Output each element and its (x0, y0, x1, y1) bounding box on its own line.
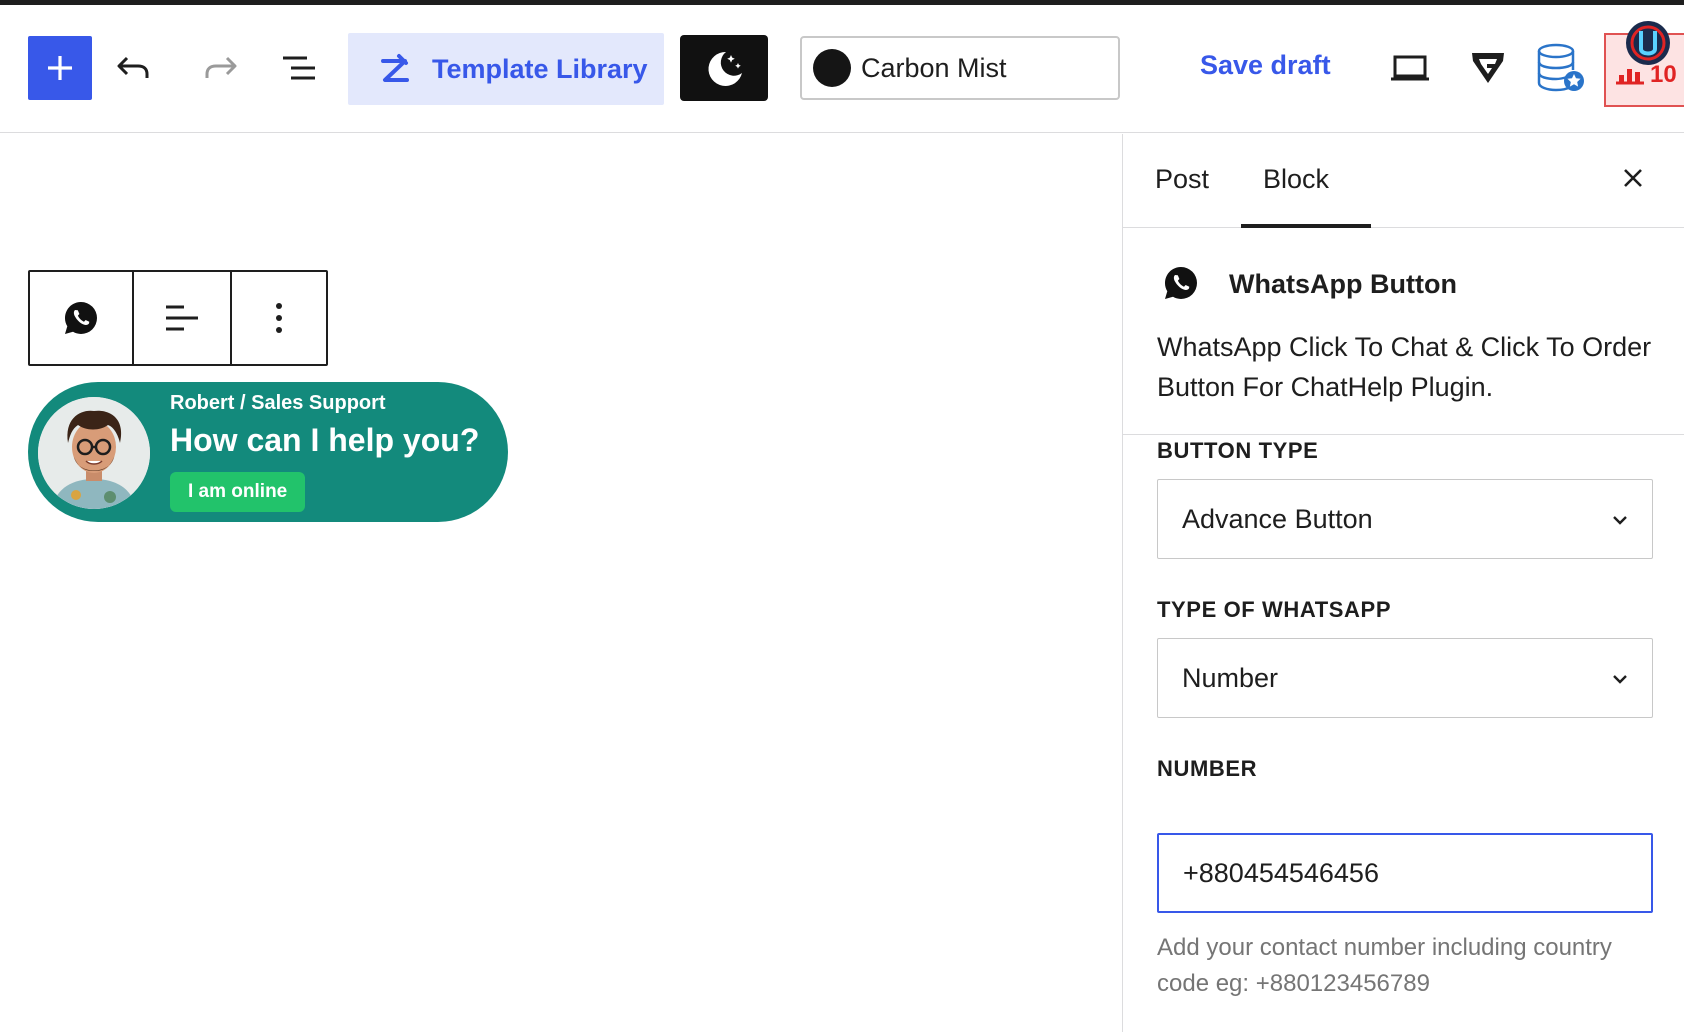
list-view-button[interactable] (268, 36, 332, 100)
dark-mode-toggle[interactable] (680, 35, 768, 101)
plugin-badge-count: 10 (1650, 61, 1677, 88)
number-field[interactable] (1157, 833, 1653, 913)
database-plugin-button[interactable] (1528, 36, 1592, 100)
agent-photo (38, 397, 150, 509)
avatar (38, 397, 150, 509)
block-title: WhatsApp Button (1229, 269, 1457, 299)
database-star-icon (1537, 43, 1584, 92)
align-button[interactable] (132, 272, 230, 364)
whatsapp-icon (64, 302, 97, 334)
preview-button[interactable] (1378, 36, 1442, 100)
editor-canvas[interactable]: Robert / Sales Support How can I help yo… (0, 134, 1122, 1032)
number-label: NUMBER (1157, 756, 1258, 781)
redo-button[interactable] (188, 36, 252, 100)
shield-plugin-button[interactable] (1456, 36, 1520, 100)
whatsapp-type-value: Number (1182, 663, 1279, 693)
online-status-badge: I am online (170, 472, 306, 512)
plugin-badge-button[interactable]: 10 (1604, 21, 1684, 107)
whatsapp-button-preview[interactable]: Robert / Sales Support How can I help yo… (28, 382, 508, 522)
template-library-icon (378, 52, 412, 86)
tab-post[interactable]: Post (1155, 164, 1209, 195)
align-left-icon (166, 305, 198, 331)
list-view-icon (283, 56, 315, 80)
add-block-button[interactable] (28, 36, 92, 100)
theme-name: Carbon Mist (861, 52, 1007, 83)
undo-icon (117, 56, 149, 78)
redo-icon (205, 56, 237, 78)
button-type-label: BUTTON TYPE (1157, 438, 1319, 463)
block-options-button[interactable] (230, 272, 326, 364)
laptop-icon (1391, 55, 1429, 81)
button-type-value: Advance Button (1182, 504, 1373, 534)
whatsapp-icon (1164, 267, 1197, 299)
button-type-select[interactable]: Advance Button (1157, 479, 1653, 559)
notification-avatar-icon (1626, 21, 1670, 65)
more-vertical-icon (276, 303, 282, 333)
template-library-label: Template Library (432, 53, 648, 84)
g-shield-icon (1472, 53, 1504, 83)
whatsapp-type-select[interactable]: Number (1157, 638, 1653, 718)
chevron-down-icon (1613, 675, 1627, 684)
settings-sidebar: Post Block WhatsApp Button WhatsApp Clic… (1122, 134, 1684, 1032)
close-sidebar-button[interactable] (1611, 156, 1655, 200)
theme-selector[interactable]: Carbon Mist (800, 36, 1120, 100)
plus-icon (48, 56, 72, 80)
active-tab-indicator (1241, 224, 1371, 228)
moon-icon (708, 51, 742, 86)
block-card: WhatsApp Button WhatsApp Click To Chat &… (1123, 229, 1684, 435)
template-library-button[interactable]: Template Library (348, 33, 664, 105)
block-type-button[interactable] (30, 272, 132, 364)
save-draft-button[interactable]: Save draft (1200, 50, 1331, 81)
widget-title: How can I help you? (170, 422, 480, 458)
editor-toolbar: Template Library Carbon Mist Save draft (0, 5, 1684, 133)
sidebar-tabs: Post Block (1123, 134, 1684, 228)
theme-color-swatch (813, 49, 851, 87)
tab-block[interactable]: Block (1263, 164, 1329, 195)
agent-name: Robert / Sales Support (170, 392, 386, 414)
number-help-text: Add your contact number including countr… (1157, 934, 1612, 997)
block-toolbar (28, 270, 328, 366)
chevron-down-icon (1613, 516, 1627, 525)
chart-icon (1616, 69, 1644, 85)
undo-button[interactable] (102, 36, 166, 100)
close-icon (1624, 169, 1642, 187)
whatsapp-type-label: TYPE OF WHATSAPP (1157, 597, 1392, 622)
block-description: WhatsApp Click To Chat & Click To Order … (1157, 332, 1652, 402)
